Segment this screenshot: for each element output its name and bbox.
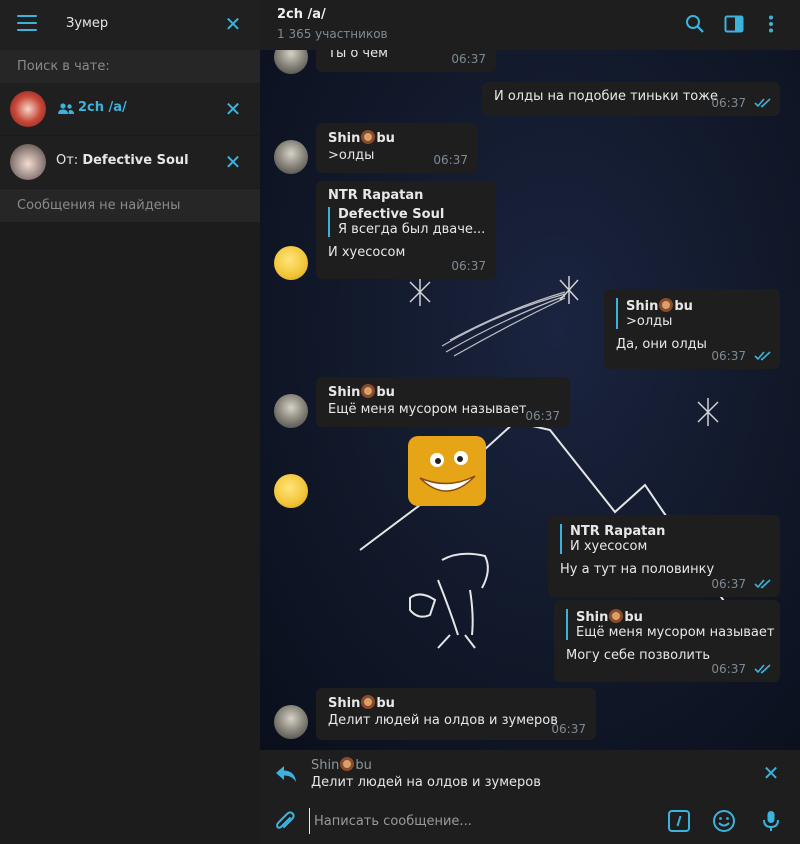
- search-bar: Зумер ✕: [0, 0, 260, 50]
- search-icon[interactable]: [685, 14, 705, 34]
- quoted-author: Shin bu: [576, 609, 643, 625]
- sender-avatar[interactable]: [274, 394, 308, 428]
- remove-from-filter-icon[interactable]: ✕: [224, 152, 242, 172]
- message-composer: [260, 798, 800, 844]
- attach-icon[interactable]: [274, 810, 296, 834]
- double-check-icon: [754, 98, 771, 108]
- message-input[interactable]: [309, 808, 649, 834]
- message-time: 06:37: [451, 52, 486, 66]
- donut-emoji-icon: [361, 695, 376, 709]
- reply-text: Делит людей на олдов и зумеров: [311, 775, 541, 790]
- quoted-author: NTR Rapatan: [570, 524, 666, 539]
- outgoing-message-bubble[interactable]: NTR Rapatan И хуесосом Ну а тут на полов…: [548, 515, 780, 597]
- clear-search-icon[interactable]: ✕: [224, 14, 242, 34]
- quoted-text: Ещё меня мусором называет: [576, 625, 775, 640]
- reply-preview-bar[interactable]: Shin bu Делит людей на олдов и зумеров ✕: [260, 750, 800, 798]
- double-check-icon: [754, 579, 771, 589]
- sender-avatar[interactable]: [274, 474, 308, 508]
- donut-emoji-icon: [659, 298, 674, 312]
- message-bubble[interactable]: Shin bu >олды 06:37: [316, 123, 478, 173]
- chat-header: 2ch /a/ 1 365 участников: [260, 0, 800, 50]
- quoted-text: И хуесосом: [570, 539, 648, 554]
- quoted-author: Defective Soul: [338, 207, 445, 222]
- emoji-icon[interactable]: [712, 809, 736, 833]
- donut-emoji-icon: [361, 384, 376, 398]
- chat-title[interactable]: 2ch /a/: [277, 7, 326, 22]
- remove-chat-filter-icon[interactable]: ✕: [224, 99, 242, 119]
- from-filter-row[interactable]: От: Defective Soul ✕: [0, 136, 260, 189]
- message-text: Могу себе позволить: [566, 648, 711, 663]
- member-count: 1 365 участников: [277, 27, 388, 41]
- message-author[interactable]: Shin bu: [328, 384, 558, 400]
- message-bubble[interactable]: NTR Rapatan Defective Soul Я всегда был …: [316, 181, 496, 279]
- no-results-text: Сообщения не найдены: [0, 189, 260, 222]
- quoted-reply[interactable]: Defective Soul Я всегда был дваче...: [328, 207, 486, 237]
- cancel-reply-icon[interactable]: ✕: [762, 763, 780, 783]
- quoted-reply[interactable]: Shin bu Ещё меня мусором называет: [566, 609, 775, 640]
- reply-arrow-icon: [276, 766, 296, 782]
- donut-emoji-icon: [340, 757, 355, 771]
- message-text: Ещё меня мусором называет: [328, 402, 527, 417]
- search-input[interactable]: Зумер: [66, 16, 108, 31]
- chat-filter-label: 2ch /a/: [78, 100, 127, 115]
- message-bubble[interactable]: Shin bu Ещё меня мусором называет 06:37: [316, 377, 570, 427]
- message-text: Делит людей на олдов и зумеров: [328, 713, 558, 728]
- message-time: 06:37: [711, 662, 746, 676]
- double-check-icon: [754, 664, 771, 674]
- message-author[interactable]: Shin bu: [328, 695, 584, 711]
- double-check-icon: [754, 351, 771, 361]
- message-time: 06:37: [711, 577, 746, 591]
- commands-icon[interactable]: [667, 809, 691, 833]
- message-time: 06:37: [433, 153, 468, 167]
- microphone-icon[interactable]: [759, 809, 783, 833]
- message-author[interactable]: Shin bu: [328, 130, 466, 146]
- group-icon: [58, 103, 74, 114]
- message-time: 06:37: [711, 96, 746, 110]
- message-bubble[interactable]: Shin bu Делит людей на олдов и зумеров 06…: [316, 688, 596, 740]
- menu-icon[interactable]: [17, 15, 37, 33]
- reply-author: Shin bu: [311, 757, 372, 773]
- quoted-author: Shin bu: [626, 298, 693, 314]
- left-panel: Зумер ✕ Поиск в чате: 2ch /a/ ✕ От: Defe…: [0, 0, 260, 844]
- sender-avatar[interactable]: [274, 705, 308, 739]
- chat-area[interactable]: Ты о чем 06:37 И олды на подобие тиньки …: [260, 50, 800, 750]
- donut-emoji-icon: [361, 130, 376, 144]
- message-time: 06:37: [525, 409, 560, 423]
- sidebar-toggle-icon[interactable]: [724, 14, 744, 34]
- sender-avatar[interactable]: [274, 246, 308, 280]
- message-text: И хуесосом: [328, 245, 406, 260]
- chat-filter-row[interactable]: 2ch /a/ ✕: [0, 83, 260, 136]
- message-time: 06:37: [551, 722, 586, 736]
- message-time: 06:37: [451, 259, 486, 273]
- search-scope-label: Поиск в чате:: [0, 50, 260, 83]
- quoted-reply[interactable]: Shin bu >олды: [616, 298, 768, 329]
- message-text: Ну а тут на половинку: [560, 562, 715, 577]
- outgoing-message-bubble[interactable]: И олды на подобие тиньки тоже 06:37: [482, 82, 780, 116]
- outgoing-message-bubble[interactable]: Shin bu Ещё меня мусором называет Могу се…: [554, 600, 780, 682]
- chat-avatar: [10, 91, 46, 127]
- message-bubble[interactable]: Ты о чем 06:37: [316, 50, 496, 72]
- sender-avatar[interactable]: [274, 140, 308, 174]
- donut-emoji-icon: [609, 609, 624, 623]
- message-author[interactable]: NTR Rapatan: [328, 188, 484, 203]
- from-filter-label: От: Defective Soul: [56, 153, 189, 168]
- quoted-reply[interactable]: NTR Rapatan И хуесосом: [560, 524, 768, 554]
- more-icon[interactable]: [761, 14, 781, 34]
- quoted-text: >олды: [626, 314, 673, 329]
- message-time: 06:37: [711, 349, 746, 363]
- outgoing-message-bubble[interactable]: Shin bu >олды Да, они олды 06:37: [604, 289, 780, 369]
- user-avatar: [10, 144, 46, 180]
- quoted-text: Я всегда был дваче...: [338, 222, 486, 237]
